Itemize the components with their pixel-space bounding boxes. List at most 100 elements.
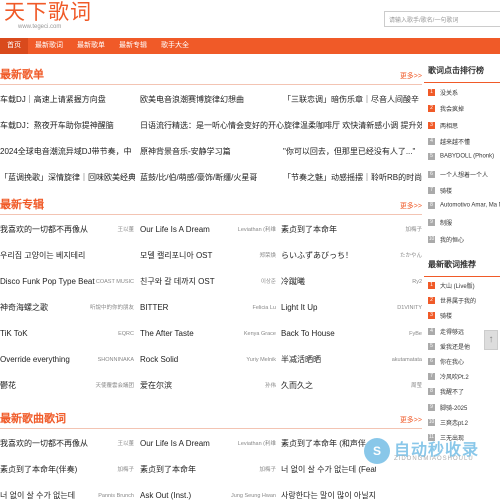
recommend-item[interactable]: 5 爱我还是他 [428, 342, 470, 354]
song-link[interactable]: The After Taste [140, 321, 230, 347]
artist-link[interactable]: 听說中的你的朋友人 [90, 295, 134, 321]
song-link[interactable]: 爱在尔滨 [140, 373, 230, 399]
song-link[interactable]: 素贞到了本命年 [281, 217, 376, 243]
artist-link[interactable] [90, 243, 134, 269]
song-link[interactable]: 모델 캘리포니아 OST [140, 243, 230, 269]
song-link[interactable]: 冷蹴曦 [281, 269, 376, 295]
artist-link[interactable]: Kenya Grace [228, 321, 276, 347]
recommend-item[interactable]: 6 你在我心 [428, 357, 464, 369]
playlist-link[interactable]: 「蓝调挽歌」深情旋律｜回味欧美经典 [0, 165, 135, 191]
playlist-link[interactable]: 「三联恋调」暗伤乐章｜尽音人间酸辛 [283, 87, 422, 113]
song-link[interactable]: Ask Out (Inst.) [140, 483, 230, 500]
artist-link[interactable]: D1VINITY [376, 295, 422, 321]
song-link[interactable]: 鬱花 [0, 373, 100, 399]
playlist-link[interactable]: 日语流行精选：是一听心情会变好的开心旋律温柔咖啡厅 欢快清新感小调 提升效率 [140, 113, 422, 139]
artist-link[interactable]: 郑荣焕 [228, 243, 276, 269]
playlist-link[interactable]: "你可以回去，但那里已经没有人了..." [283, 139, 422, 165]
rank-item[interactable]: 5 BABYDOLL (Phonk) [428, 153, 494, 165]
artist-link[interactable]: Yuriy Melnik [228, 347, 276, 373]
artist-link[interactable]: 王以董 [90, 217, 134, 243]
song-link[interactable]: Our Life Is A Dream [140, 217, 230, 243]
song-link[interactable]: らいふずあびっち！ [281, 243, 376, 269]
playlist-link[interactable]: 车载DJ：熬夜开车助你提神醒脑 [0, 113, 135, 139]
rank-item[interactable]: 8 Automotivo Amar, Ma Ma [428, 202, 500, 214]
playlist-link[interactable]: 车载DJ｜高速上请紧握方向盘 [0, 87, 135, 113]
nav-home[interactable]: 首页 [0, 38, 28, 54]
artist-link[interactable]: Pannis Brunch [90, 483, 134, 500]
recommend-item[interactable]: 7 冷风吹Pt.2 [428, 372, 469, 384]
song-link[interactable]: 我喜欢的一切都不再像从 [0, 431, 100, 457]
song-link[interactable]: 사랑한다는 말이 많이 아닐지는 [281, 483, 376, 500]
nav-latest-lyrics[interactable]: 最新歌词 [28, 38, 70, 54]
song-link[interactable]: 친구와 갈 데까지 OST [140, 269, 230, 295]
song-link[interactable]: 久而久之 [281, 373, 376, 399]
playlist-link[interactable]: 原神背景音乐-安静学习篇 [140, 139, 275, 165]
nav-latest-albums[interactable]: 最新专辑 [112, 38, 154, 54]
more-link[interactable]: 更多>> [400, 415, 422, 425]
artist-link[interactable] [376, 483, 422, 500]
rank-item[interactable]: 6 一个人想着一个人 [428, 170, 488, 182]
song-link[interactable]: 我喜欢的一切都不再像从 [0, 217, 100, 243]
song-link[interactable]: Rock Solid [140, 347, 230, 373]
artist-link[interactable]: 加梅子 [90, 457, 134, 483]
rank-item[interactable]: 2 我会疯掉 [428, 104, 464, 116]
artist-link[interactable]: 加梅子 [376, 217, 422, 243]
artist-link[interactable]: SHONNINAKA [90, 347, 134, 373]
song-link[interactable]: Our Life Is A Dream [140, 431, 230, 457]
artist-link[interactable]: FyBe [376, 321, 422, 347]
nav-singers[interactable]: 歌手大全 [154, 38, 196, 54]
rank-item[interactable]: 9 制服 [428, 218, 452, 230]
recommend-item[interactable]: 2 世界属于我的 [428, 296, 476, 308]
artist-link[interactable]: COAST MUSIC [90, 269, 134, 295]
recommend-item[interactable]: 4 走得够远 [428, 327, 464, 339]
playlist-link[interactable]: 2024全球电音潮流异域DJ带节奏，中 [0, 139, 135, 165]
playlist-link[interactable]: 蓝鼓/比/伯/萌感/豪饰/断缰/火星哥 [140, 165, 275, 191]
song-link[interactable]: 우리집 고양이는 베지테리 [0, 243, 100, 269]
artist-link[interactable]: 天使覆雲会議团 [90, 373, 134, 399]
nav-latest-playlists[interactable]: 最新歌单 [70, 38, 112, 54]
artist-link[interactable]: 加梅子 [228, 457, 276, 483]
recommend-item[interactable]: 3 骑楼 [428, 311, 452, 323]
site-logo[interactable]: 天下歌词 www.tegeci.com [4, 0, 92, 31]
artist-link[interactable]: 王以董 [90, 431, 134, 457]
artist-link[interactable]: Ry2 [376, 269, 422, 295]
recommend-item[interactable]: 1 大山 (Live版) [428, 281, 475, 293]
artist-link[interactable]: akutamatata [376, 347, 422, 373]
artist-link[interactable]: Jung Seung Hwan [228, 483, 276, 500]
song-link[interactable]: 素贞到了本命年(伴奏) [0, 457, 100, 483]
rank-item[interactable]: 10 我的恒心 [428, 235, 464, 247]
search-input[interactable]: 请输入歌手/歌名/一句歌词 [384, 11, 500, 27]
playlist-link[interactable]: 欧美电音浪潮赛博旋律幻想曲 [140, 87, 275, 113]
song-link[interactable]: 神奇海螺之歌 [0, 295, 100, 321]
song-link[interactable]: Back To House [281, 321, 376, 347]
more-link[interactable]: 更多>> [400, 201, 422, 211]
rank-item[interactable]: 3 两相思 [428, 121, 458, 133]
artist-link[interactable]: Felicia Lu [228, 295, 276, 321]
song-link[interactable]: 素贞到了本命年 (和声伴 [281, 431, 376, 457]
artist-link[interactable]: 이상준 [228, 269, 276, 295]
recommend-item[interactable]: 10 三爽恋pt.2 [428, 418, 468, 430]
artist-link[interactable]: EQRC [90, 321, 134, 347]
song-link[interactable]: 素贞到了本命年 [140, 457, 230, 483]
song-link[interactable]: Disco Funk Pop Type Beat [0, 269, 100, 295]
song-link[interactable]: Override everything [0, 347, 100, 373]
song-link[interactable]: TiK ToK [0, 321, 100, 347]
song-link[interactable]: 半减活晒晒 [281, 347, 376, 373]
artist-link[interactable]: Leviathan (利维 [228, 431, 276, 457]
rank-item[interactable]: 4 越来越不懂 [428, 137, 470, 149]
artist-link[interactable]: 周莹 [376, 373, 422, 399]
artist-link[interactable]: Leviathan (利维 [228, 217, 276, 243]
song-link[interactable]: 너 없이 살 수가 없는데 (Feat. [281, 457, 376, 483]
song-link[interactable]: BITTER [140, 295, 230, 321]
rank-item[interactable]: 7 骑楼 [428, 186, 452, 198]
artist-link[interactable]: 孙伟 [228, 373, 276, 399]
artist-link[interactable]: たかやん [376, 243, 422, 269]
more-link[interactable]: 更多>> [400, 71, 422, 81]
rank-item[interactable]: 1 没关系 [428, 88, 458, 100]
recommend-item[interactable]: 8 我醒不了 [428, 387, 464, 399]
song-link[interactable]: 너 없이 살 수가 없는데 [0, 483, 100, 500]
song-link[interactable]: Light It Up [281, 295, 376, 321]
playlist-link[interactable]: 「节奏之魅」动感摇摆｜聆听RB的时尚节拍 [283, 165, 422, 191]
back-to-top-button[interactable]: ↑ [484, 330, 498, 350]
recommend-item[interactable]: 9 脚骑-2025 [428, 403, 467, 415]
